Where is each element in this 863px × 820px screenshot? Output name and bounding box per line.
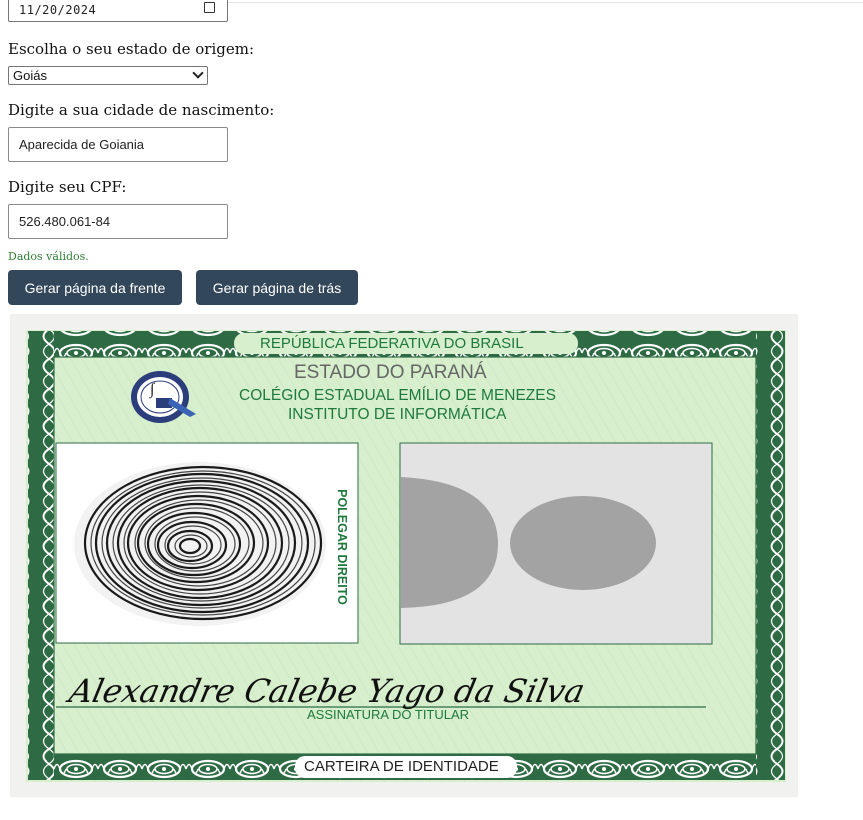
city-label: Digite a sua cidade de nascimento: [8,101,275,119]
card-institute-name: INSTITUTO DE INFORMÁTICA [288,406,507,423]
city-input[interactable]: Aparecida de Goiania [8,127,228,162]
state-select[interactable]: Goiás [8,66,208,85]
card-footer-title: CARTEIRA DE IDENTIDADE [304,758,499,775]
top-divider [227,2,863,3]
right-border-pattern [756,331,785,780]
id-card-canvas: ∫ REPÚBLICA FEDERATIVA DO BRASIL ESTADO … [10,314,798,797]
state-label: Escolha o seu estado de origem: [8,40,254,58]
left-border-pattern [28,331,54,780]
card-state-title: ESTADO DO PARANÁ [294,362,487,383]
generate-back-button[interactable]: Gerar página de trás [196,270,358,305]
birth-date-input[interactable]: 11/20/2024 [8,0,228,22]
fingerprint-icon [74,462,326,626]
state-selected-value: Goiás [13,68,47,83]
validation-message: Dados válidos. [8,250,89,263]
thumb-label: POLEGAR DIREITO [335,489,349,605]
cpf-label: Digite seu CPF: [8,178,127,196]
holder-signature: Alexandre Calebe Yago da Silva [65,672,589,710]
cpf-input[interactable]: 526.480.061-84 [8,204,228,239]
birth-date-value: 11/20/2024 [19,3,97,17]
card-header: REPÚBLICA FEDERATIVA DO BRASIL [260,335,524,352]
calendar-icon[interactable] [204,2,215,13]
cpf-value: 526.480.061-84 [19,214,111,229]
city-value: Aparecida de Goiania [19,137,145,152]
signature-label: ASSINATURA DO TITULAR [307,707,470,722]
generate-front-button[interactable]: Gerar página da frente [8,270,182,305]
card-school-name: COLÉGIO ESTADUAL EMÍLIO DE MENEZES [239,387,556,404]
chevron-down-icon [192,67,204,79]
